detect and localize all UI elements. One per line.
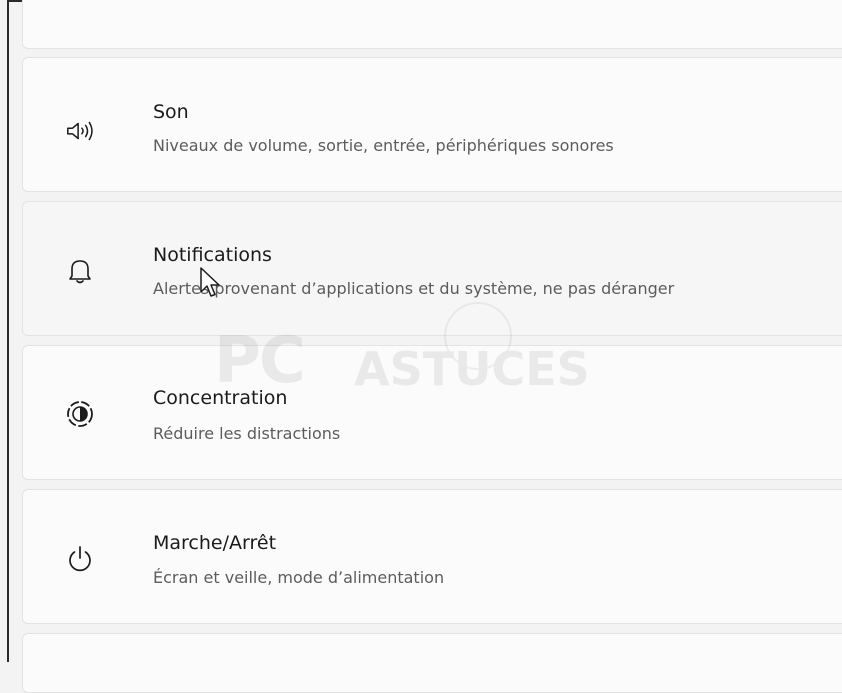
settings-card-bottom-partial[interactable] [22,633,842,693]
settings-card-title: Concentration [153,387,288,409]
settings-card-notifications[interactable]: Notifications Alertes provenant d’applic… [22,201,842,336]
settings-card-son[interactable]: Son Niveaux de volume, sortie, entrée, p… [22,57,842,192]
settings-card-title: Notifications [153,244,272,266]
bell-icon [65,256,95,286]
mouse-cursor-icon [199,266,221,302]
settings-card-description: Alertes provenant d’applications et du s… [153,279,675,298]
settings-card-description: Écran et veille, mode d’alimentation [153,568,445,587]
settings-card-title: Marche/Arrêt [153,532,277,554]
focus-icon [65,399,95,429]
settings-card-concentration[interactable]: Concentration Réduire les distractions [22,345,842,480]
settings-card-marche-arret[interactable]: Marche/Arrêt Écran et veille, mode d’ali… [22,489,842,624]
settings-card-description: Réduire les distractions [153,424,341,443]
settings-card-description: Niveaux de volume, sortie, entrée, périp… [153,136,614,155]
power-icon [65,544,95,574]
settings-card-title: Son [153,101,189,123]
settings-card-top-partial[interactable] [22,0,842,49]
settings-window: Son Niveaux de volume, sortie, entrée, p… [7,0,842,693]
speaker-icon [65,116,95,146]
